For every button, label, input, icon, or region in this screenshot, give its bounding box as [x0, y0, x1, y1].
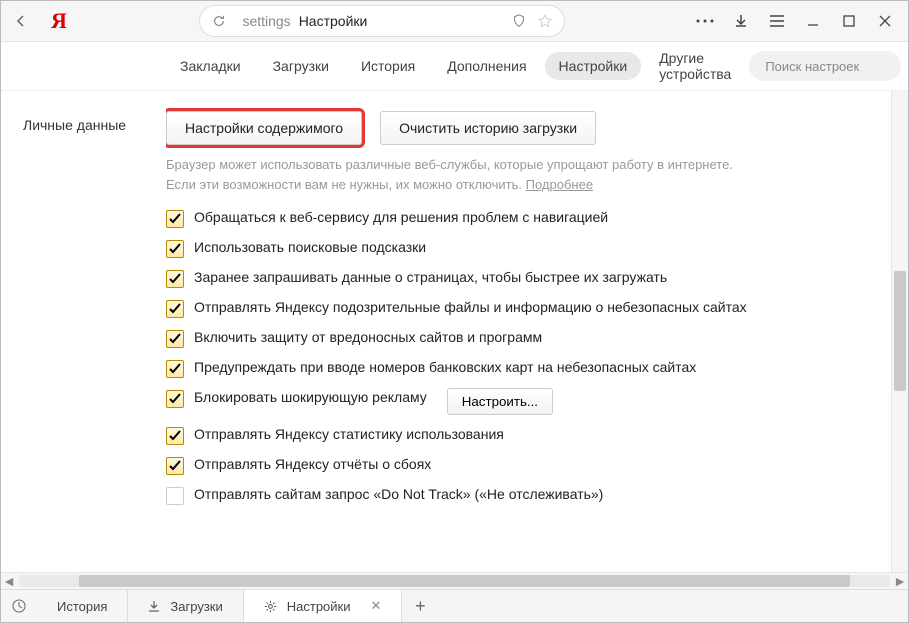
option-label: Блокировать шокирующую рекламу: [194, 388, 427, 408]
horizontal-scrollbar-thumb[interactable]: [79, 575, 850, 587]
option-row: Блокировать шокирующую рекламу Настроить.…: [166, 388, 878, 415]
option-label: Отправлять сайтам запрос «Do Not Track» …: [194, 485, 603, 505]
option-checkbox[interactable]: [166, 487, 184, 505]
close-tab-icon[interactable]: ✕: [371, 598, 382, 614]
titlebar: Я settings Настройки: [1, 1, 908, 42]
nav-other-devices[interactable]: Другие устройства: [645, 44, 745, 88]
bottom-tab-history[interactable]: История: [37, 590, 128, 622]
bookmark-star-icon[interactable]: [538, 14, 552, 28]
settings-nav: Закладки Загрузки История Дополнения Нас…: [1, 42, 908, 91]
option-row: Отправлять Яндексу отчёты о сбоях: [166, 455, 878, 475]
back-button[interactable]: [7, 7, 35, 35]
nav-downloads[interactable]: Загрузки: [259, 52, 343, 80]
settings-search-placeholder: Поиск настроек: [765, 59, 859, 74]
option-checkbox[interactable]: [166, 390, 184, 408]
content-settings-button[interactable]: Настройки содержимого: [166, 111, 362, 145]
bottom-tab-downloads[interactable]: Загрузки: [128, 590, 243, 622]
close-button[interactable]: [868, 6, 902, 36]
address-title: Настройки: [299, 13, 368, 29]
new-tab-button[interactable]: +: [402, 596, 438, 617]
configure-button[interactable]: Настроить...: [447, 388, 553, 415]
option-checkbox[interactable]: [166, 457, 184, 475]
clock-icon[interactable]: [1, 599, 37, 613]
bottom-tab-label: Загрузки: [170, 599, 222, 614]
option-checkbox[interactable]: [166, 240, 184, 258]
option-label: Отправлять Яндексу подозрительные файлы …: [194, 298, 747, 318]
minimize-button[interactable]: [796, 6, 830, 36]
option-checkbox[interactable]: [166, 210, 184, 228]
gear-icon: [264, 600, 277, 613]
nav-bookmarks[interactable]: Закладки: [166, 52, 255, 80]
settings-main: Настройки содержимого Очистить историю з…: [166, 91, 908, 572]
option-row: Отправлять Яндексу статистику использова…: [166, 425, 878, 445]
option-row: Включить защиту от вредоносных сайтов и …: [166, 328, 878, 348]
downloads-icon[interactable]: [724, 6, 758, 36]
option-row: Заранее запрашивать данные о страницах, …: [166, 268, 878, 288]
option-checkbox[interactable]: [166, 360, 184, 378]
address-bar[interactable]: settings Настройки: [199, 5, 565, 37]
shield-icon[interactable]: [512, 14, 526, 28]
nav-addons[interactable]: Дополнения: [433, 52, 540, 80]
option-row: Отправлять сайтам запрос «Do Not Track» …: [166, 485, 878, 505]
more-button[interactable]: [688, 6, 722, 36]
nav-history[interactable]: История: [347, 52, 429, 80]
option-label: Заранее запрашивать данные о страницах, …: [194, 268, 667, 288]
maximize-button[interactable]: [832, 6, 866, 36]
section-title: Личные данные: [1, 91, 166, 572]
section-hint: Браузер может использовать различные веб…: [166, 155, 878, 194]
download-icon: [148, 600, 160, 612]
bottom-tab-label: История: [57, 599, 107, 614]
bottom-tab-settings[interactable]: Настройки ✕: [244, 590, 403, 622]
option-checkbox[interactable]: [166, 427, 184, 445]
bottom-tab-label: Настройки: [287, 599, 351, 614]
option-label: Отправлять Яндексу отчёты о сбоях: [194, 455, 431, 475]
hscroll-left-icon[interactable]: ◄: [1, 573, 17, 589]
clear-history-button[interactable]: Очистить историю загрузки: [380, 111, 596, 145]
option-label: Отправлять Яндексу статистику использова…: [194, 425, 504, 445]
bottom-tabbar: История Загрузки Настройки ✕ +: [1, 589, 908, 622]
option-label: Предупреждать при вводе номеров банковск…: [194, 358, 696, 378]
content: Личные данные Настройки содержимого Очис…: [1, 91, 908, 572]
option-label: Обращаться к веб-сервису для решения про…: [194, 208, 608, 228]
option-checkbox[interactable]: [166, 300, 184, 318]
option-label: Использовать поисковые подсказки: [194, 238, 426, 258]
learn-more-link[interactable]: Подробнее: [526, 177, 593, 192]
reload-icon[interactable]: [212, 14, 226, 28]
vertical-scrollbar[interactable]: [891, 91, 908, 572]
browser-window: Я settings Настройки: [0, 0, 909, 623]
option-row: Обращаться к веб-сервису для решения про…: [166, 208, 878, 228]
option-row: Использовать поисковые подсказки: [166, 238, 878, 258]
yandex-logo-icon[interactable]: Я: [51, 8, 67, 34]
nav-settings[interactable]: Настройки: [545, 52, 642, 80]
option-row: Предупреждать при вводе номеров банковск…: [166, 358, 878, 378]
vertical-scrollbar-thumb[interactable]: [894, 271, 906, 391]
settings-search[interactable]: Поиск настроек: [749, 51, 901, 81]
option-label: Включить защиту от вредоносных сайтов и …: [194, 328, 542, 348]
option-row: Отправлять Яндексу подозрительные файлы …: [166, 298, 878, 318]
hscroll-right-icon[interactable]: ►: [892, 573, 908, 589]
address-url: settings: [242, 13, 290, 29]
menu-icon[interactable]: [760, 6, 794, 36]
option-checkbox[interactable]: [166, 270, 184, 288]
horizontal-scrollbar[interactable]: ◄ ►: [1, 572, 908, 589]
option-checkbox[interactable]: [166, 330, 184, 348]
